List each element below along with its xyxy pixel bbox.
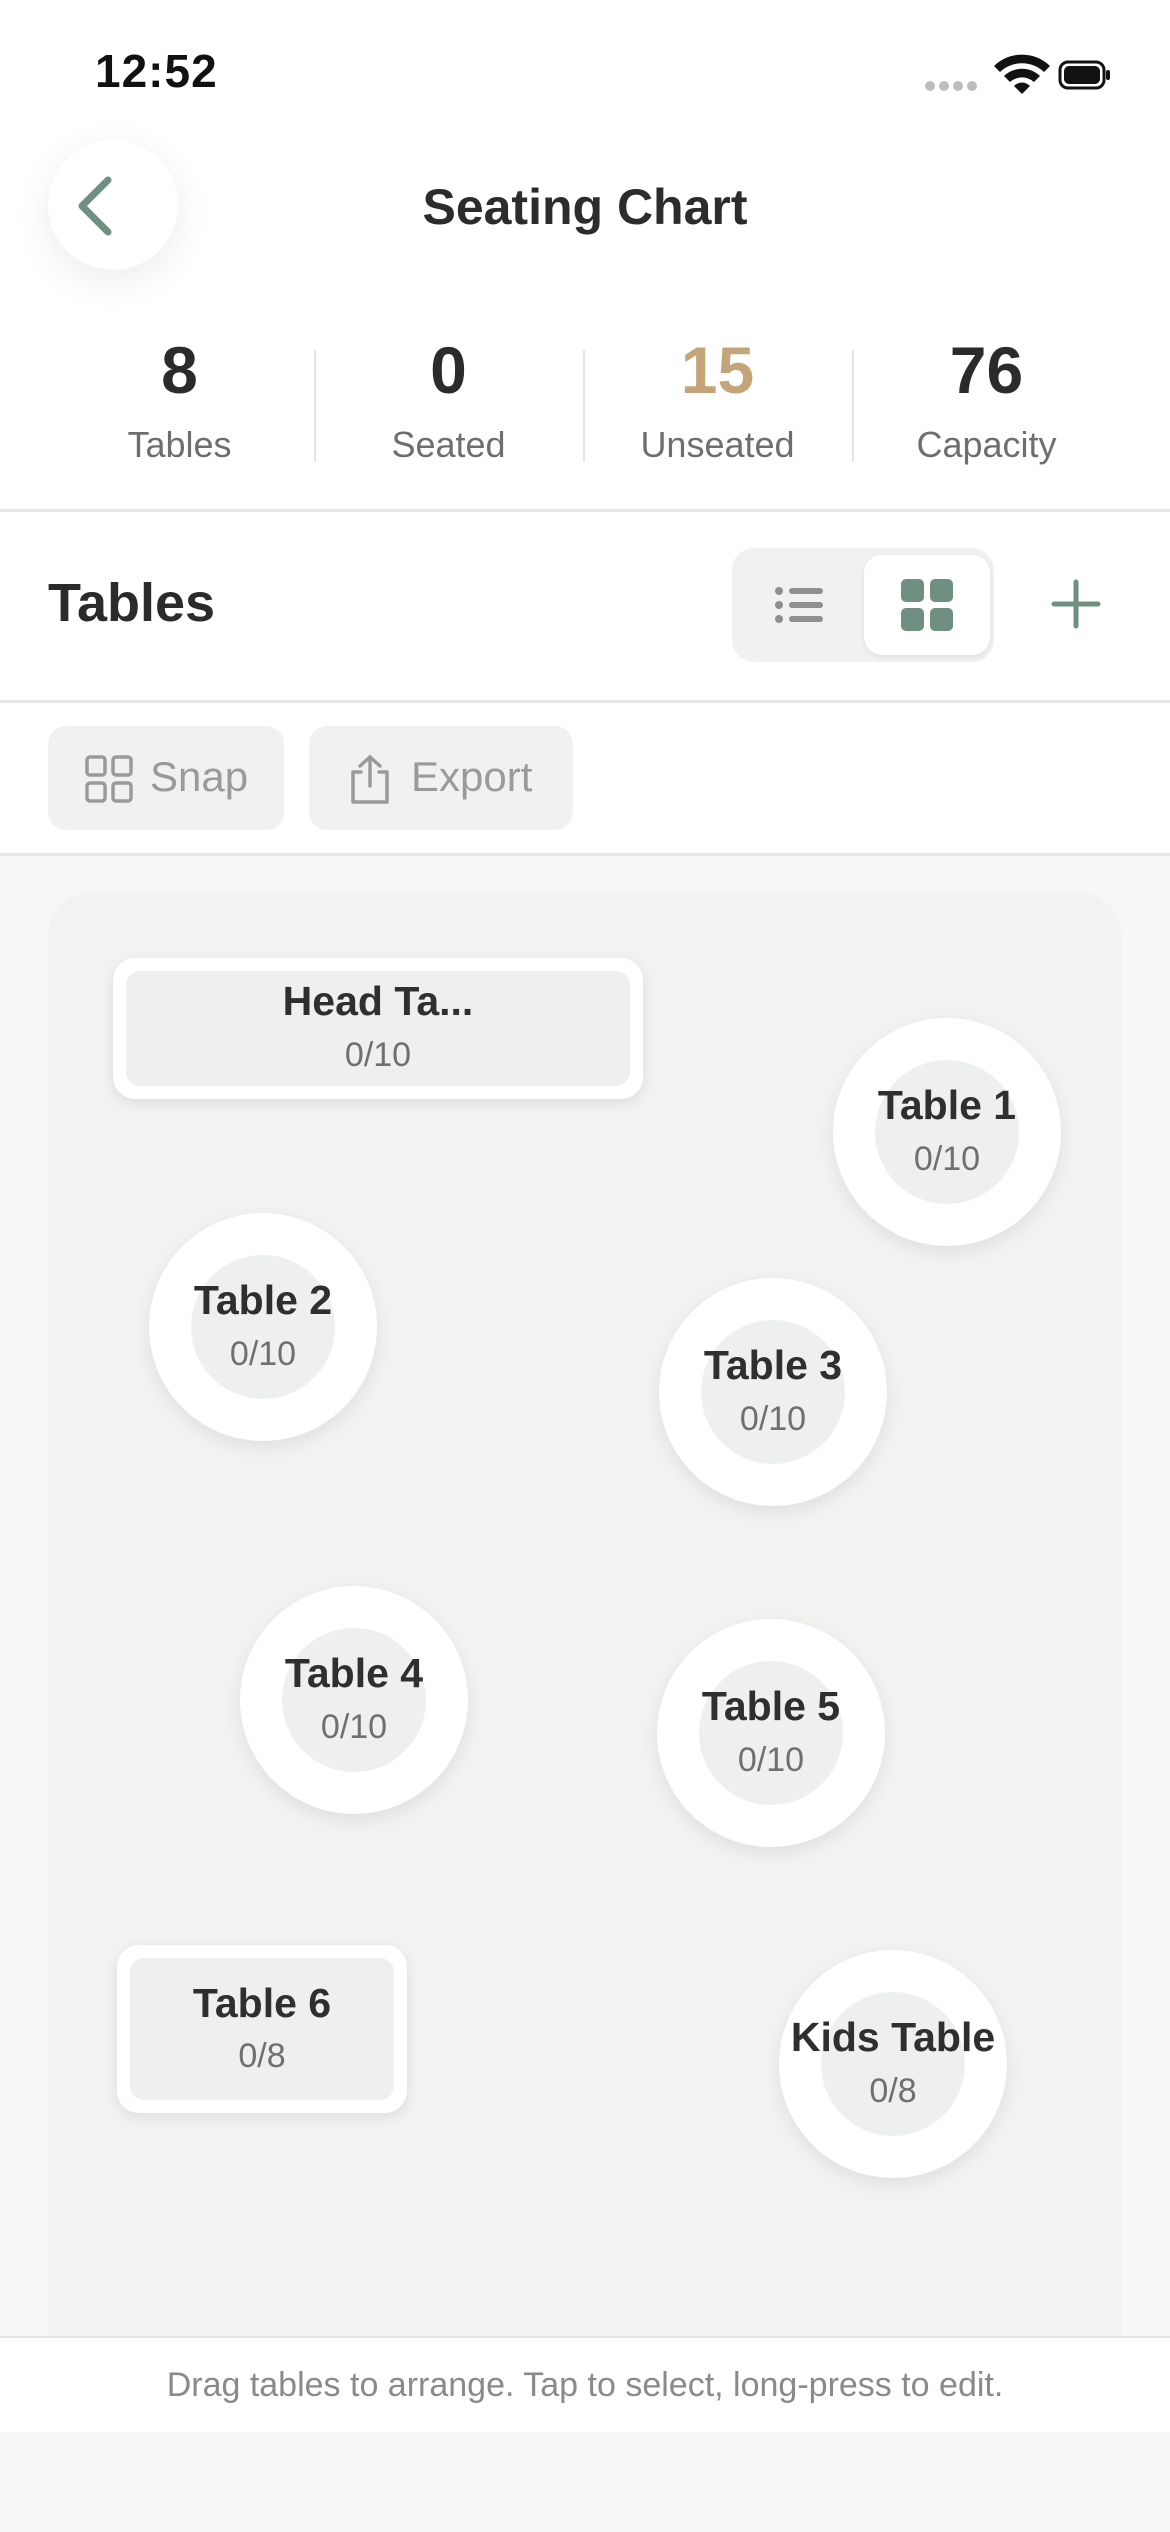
stat-divider bbox=[583, 350, 585, 462]
stat-capacity-label: Capacity bbox=[916, 424, 1057, 465]
table-seat-count: 0/8 bbox=[869, 2072, 917, 2110]
table-table-6[interactable]: Table 6 0/8 bbox=[117, 1945, 407, 2113]
stat-divider bbox=[314, 350, 316, 462]
stat-seated-label: Seated bbox=[391, 424, 506, 465]
table-seat-count: 0/10 bbox=[344, 1036, 412, 1074]
share-icon bbox=[351, 755, 389, 804]
table-name: Kids Table bbox=[790, 2014, 996, 2060]
table-seat-count: 0/8 bbox=[238, 2037, 286, 2075]
table-name: Table 5 bbox=[701, 1683, 841, 1729]
snap-grid-icon bbox=[85, 755, 133, 803]
status-time: 12:52 bbox=[95, 45, 218, 97]
table-name: Table 4 bbox=[284, 1650, 424, 1696]
stat-capacity: 76 Capacity bbox=[852, 330, 1121, 466]
stat-tables-value: 8 bbox=[161, 333, 198, 407]
snap-button[interactable]: Snap bbox=[48, 726, 284, 830]
table-seat-count: 0/10 bbox=[229, 1335, 297, 1373]
stat-tables-label: Tables bbox=[127, 424, 232, 465]
stat-seated: 0 Seated bbox=[314, 330, 583, 466]
table-name: Table 3 bbox=[703, 1342, 843, 1388]
table-table-2[interactable]: Table 2 0/10 bbox=[149, 1213, 377, 1441]
battery-icon bbox=[1058, 60, 1110, 90]
page-title: Seating Chart bbox=[422, 179, 748, 235]
section-title: Tables bbox=[48, 573, 216, 633]
table-table-3[interactable]: Table 3 0/10 bbox=[659, 1278, 887, 1506]
stat-tables: 8 Tables bbox=[45, 330, 314, 466]
stat-capacity-value: 76 bbox=[949, 333, 1024, 407]
table-seat-count: 0/10 bbox=[739, 1400, 807, 1438]
grid-view-button[interactable] bbox=[864, 555, 990, 655]
footer-hint: Drag tables to arrange. Tap to select, l… bbox=[166, 2366, 1004, 2404]
stat-unseated-value: 15 bbox=[680, 333, 755, 407]
table-kids-table[interactable]: Kids Table 0/8 bbox=[779, 1950, 1007, 2178]
list-icon bbox=[775, 587, 823, 623]
export-button[interactable]: Export bbox=[309, 726, 573, 830]
footer-hint-bar: Drag tables to arrange. Tap to select, l… bbox=[0, 2336, 1170, 2432]
status-icons bbox=[922, 50, 1112, 96]
table-table-1[interactable]: Table 1 0/10 bbox=[833, 1018, 1061, 1246]
table-name: Table 2 bbox=[193, 1277, 333, 1323]
table-head-table[interactable]: Head Ta... 0/10 bbox=[113, 958, 643, 1099]
table-name: Table 1 bbox=[877, 1082, 1017, 1128]
stat-unseated: 15 Unseated bbox=[583, 330, 852, 466]
table-name: Head Ta... bbox=[282, 978, 474, 1024]
table-table-4[interactable]: Table 4 0/10 bbox=[240, 1586, 468, 1814]
stat-divider bbox=[852, 350, 854, 462]
grid-icon bbox=[901, 579, 953, 631]
table-seat-count: 0/10 bbox=[320, 1708, 388, 1746]
stats-row: 8 Tables 0 Seated 15 Unseated 76 Capacit… bbox=[0, 330, 1170, 480]
divider bbox=[0, 509, 1170, 512]
stat-seated-value: 0 bbox=[430, 333, 467, 407]
export-label: Export bbox=[411, 753, 533, 800]
add-table-button[interactable] bbox=[1040, 568, 1112, 640]
stat-unseated-label: Unseated bbox=[640, 424, 795, 465]
divider bbox=[0, 700, 1170, 703]
table-seat-count: 0/10 bbox=[913, 1140, 981, 1178]
snap-label: Snap bbox=[150, 753, 249, 800]
table-name: Table 6 bbox=[192, 1980, 332, 2026]
divider bbox=[0, 853, 1170, 856]
table-table-5[interactable]: Table 5 0/10 bbox=[657, 1619, 885, 1847]
table-seat-count: 0/10 bbox=[737, 1741, 805, 1779]
wifi-icon bbox=[994, 54, 1050, 94]
signal-icon bbox=[925, 81, 977, 91]
plus-icon bbox=[1051, 579, 1101, 629]
list-view-button[interactable] bbox=[736, 555, 862, 655]
view-toggle bbox=[732, 548, 994, 662]
